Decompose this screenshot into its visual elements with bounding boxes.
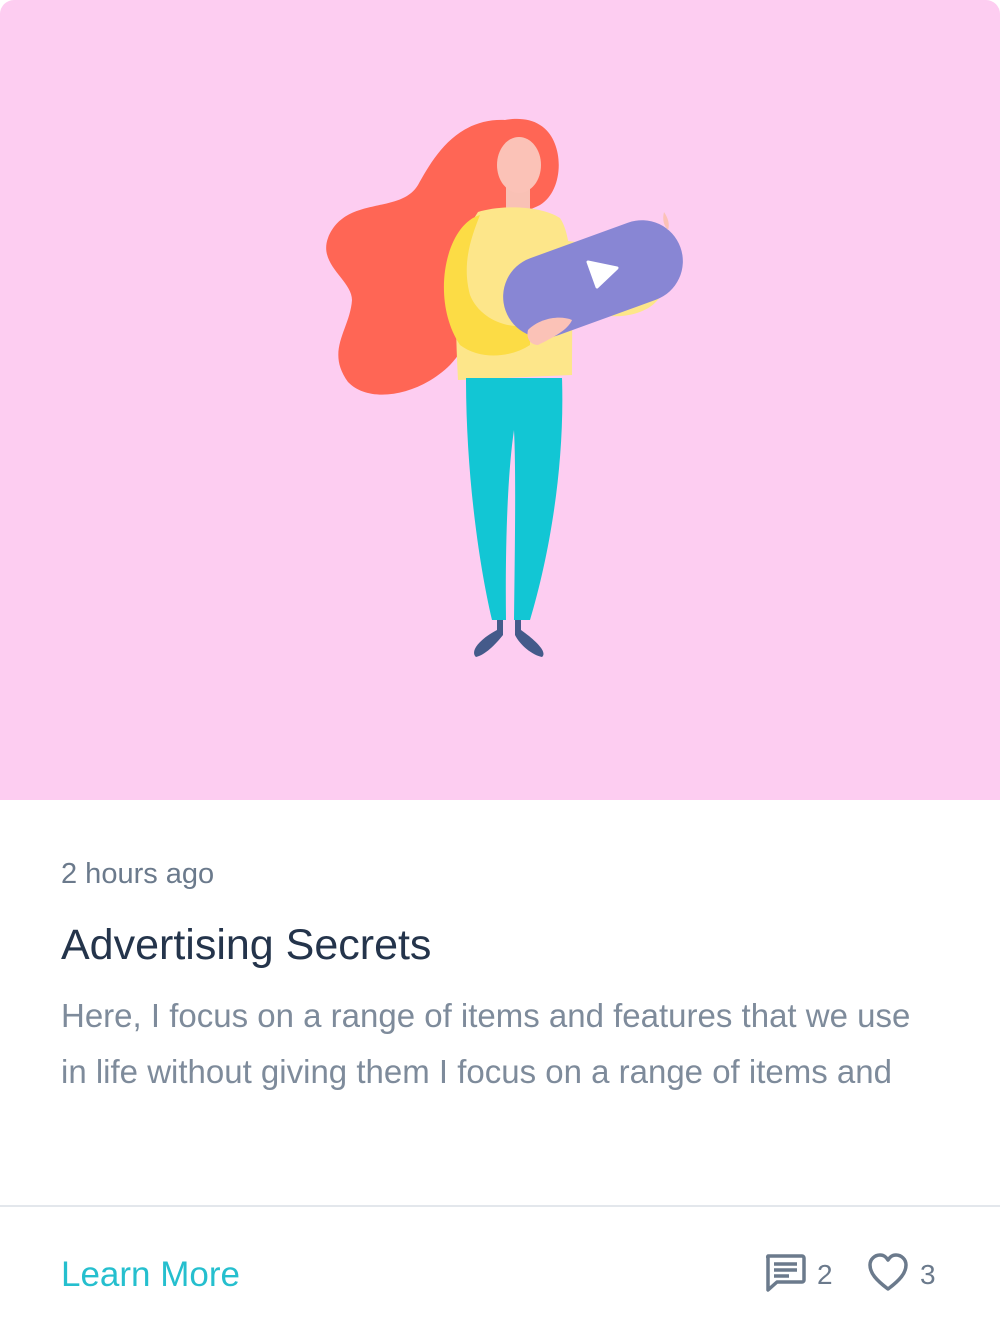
heart-icon <box>866 1251 910 1300</box>
hero-illustration <box>0 0 1000 800</box>
comments-stat[interactable]: 2 <box>763 1252 833 1298</box>
post-excerpt: Here, I focus on a range of items and fe… <box>61 997 911 1090</box>
card-divider <box>0 1205 1000 1207</box>
post-timestamp: 2 hours ago <box>61 858 215 890</box>
likes-count: 3 <box>920 1259 936 1290</box>
learn-more-link[interactable]: Learn More <box>61 1253 240 1297</box>
comments-count: 2 <box>817 1259 833 1290</box>
post-title: Advertising Secrets <box>61 921 432 969</box>
woman-holding-play-button-illustration <box>326 118 683 657</box>
likes-stat[interactable]: 3 <box>866 1252 936 1298</box>
comment-icon <box>763 1251 807 1300</box>
article-card: 2 hours ago Advertising Secrets Here, I … <box>0 0 1000 1343</box>
